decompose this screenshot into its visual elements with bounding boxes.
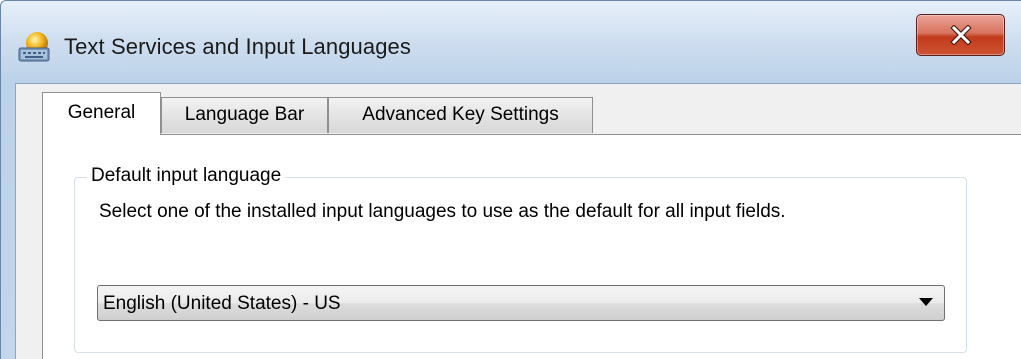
default-input-language-group: Default input language Select one of the… <box>74 165 967 353</box>
tab-general[interactable]: General <box>42 92 161 135</box>
dialog-window: Text Services and Input Languages Genera… <box>0 0 1021 359</box>
title-bar[interactable]: Text Services and Input Languages <box>1 1 1021 83</box>
tab-language-bar[interactable]: Language Bar <box>161 97 328 133</box>
window-title: Text Services and Input Languages <box>64 34 411 59</box>
group-title: Default input language <box>87 165 286 187</box>
group-description: Select one of the installed input langua… <box>99 201 786 222</box>
chevron-down-icon[interactable] <box>919 298 933 306</box>
dropdown-selected-value: English (United States) - US <box>103 293 341 314</box>
close-x-icon <box>917 15 1004 55</box>
tab-label: Advanced Key Settings <box>362 104 559 125</box>
keyboard-globe-icon <box>17 30 53 64</box>
tab-label: General <box>67 102 136 123</box>
dialog-client-area: General Language Bar Advanced Key Settin… <box>15 83 1021 359</box>
tab-strip: General Language Bar Advanced Key Settin… <box>16 84 1021 135</box>
tab-advanced-key-settings[interactable]: Advanced Key Settings <box>328 97 593 133</box>
default-language-dropdown[interactable]: English (United States) - US <box>97 285 945 321</box>
close-button[interactable] <box>916 14 1005 56</box>
tab-label: Language Bar <box>184 104 305 125</box>
general-tab-panel: Default input language Select one of the… <box>42 134 1021 359</box>
